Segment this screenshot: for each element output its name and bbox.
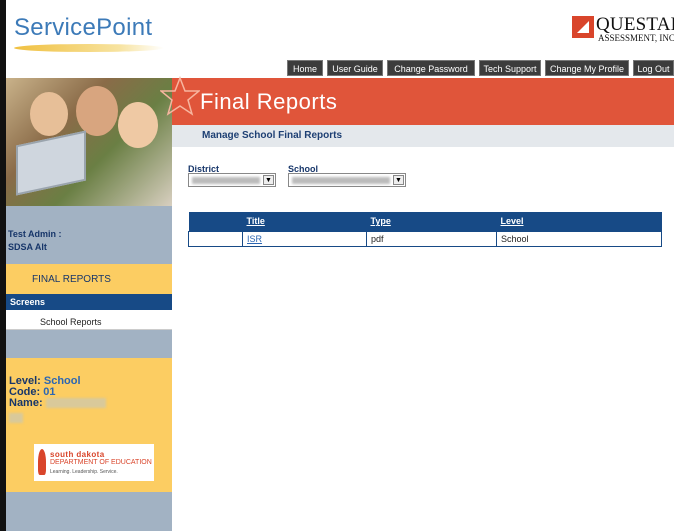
district-select[interactable]: ▼: [188, 173, 276, 187]
table-header-type[interactable]: Type: [366, 212, 497, 231]
chevron-down-icon[interactable]: ▼: [263, 175, 274, 185]
nav-home-button[interactable]: Home: [287, 60, 323, 76]
doe-logo-line3: Learning. Leadership. Service.: [50, 469, 118, 475]
nav-user-guide-button[interactable]: User Guide: [327, 60, 383, 76]
report-link[interactable]: ISR: [247, 234, 262, 244]
sidebar-footer: [6, 492, 172, 531]
servicepoint-logo[interactable]: ServicePoint: [14, 14, 152, 42]
table-row: ISR pdf School: [188, 230, 662, 247]
table-cell-level: School: [496, 230, 662, 247]
school-value-redacted: [292, 177, 390, 184]
photo-child-3: [118, 102, 158, 148]
sidebar-info: Level: School Code: 01 Name:: [9, 376, 106, 423]
questar-logo-subtext: ASSESSMENT, INC.: [598, 33, 674, 43]
name-value-redacted: [45, 398, 106, 409]
page-subtitle: Manage School Final Reports: [202, 130, 343, 141]
photo-child-1: [30, 92, 68, 136]
nav-logout-button[interactable]: Log Out: [633, 60, 674, 76]
doe-logo-line1: south dakota: [50, 450, 105, 459]
table-cell-type: pdf: [366, 230, 497, 247]
page-title: Final Reports: [200, 89, 338, 114]
sd-doe-logo: south dakota DEPARTMENT OF EDUCATION Lea…: [34, 444, 154, 481]
questar-logo-icon: [572, 16, 594, 38]
sidebar-section-title: FINAL REPORTS: [32, 274, 111, 285]
table-cell-title: ISR: [242, 230, 367, 247]
photo-child-2: [76, 86, 118, 136]
nav-change-profile-button[interactable]: Change My Profile: [545, 60, 629, 76]
chevron-down-icon[interactable]: ▼: [393, 175, 404, 185]
reports-table: Title Type Level ISR pdf School: [188, 212, 662, 247]
logo-swoosh: [14, 44, 164, 52]
nav-change-password-button[interactable]: Change Password: [387, 60, 475, 76]
sidebar-screens-label: Screens: [10, 297, 46, 307]
table-header-level[interactable]: Level: [496, 212, 662, 231]
students-photo: [6, 78, 172, 206]
table-header-row: Title Type Level: [188, 212, 662, 231]
photo-laptop: [16, 130, 86, 196]
name-value-redacted-2: [9, 413, 23, 423]
table-cell-blank: [188, 230, 243, 247]
sidebar-user-role: Test Admin :: [8, 229, 62, 239]
table-header-title[interactable]: Title: [242, 212, 367, 231]
sidebar-user: Test Admin : SDSA Alt: [8, 228, 62, 254]
nav-tech-support-button[interactable]: Tech Support: [479, 60, 541, 76]
school-select[interactable]: ▼: [288, 173, 406, 187]
name-label: Name:: [9, 397, 43, 409]
table-header-blank: [188, 212, 243, 231]
sidebar-item-label[interactable]: School Reports: [40, 317, 102, 327]
flame-icon: [38, 449, 46, 475]
sidebar-spacer: [6, 330, 172, 358]
district-value-redacted: [192, 177, 260, 184]
star-icon: [160, 76, 200, 116]
sidebar-user-name: SDSA Alt: [8, 242, 47, 252]
doe-logo-line2: DEPARTMENT OF EDUCATION: [50, 459, 152, 466]
